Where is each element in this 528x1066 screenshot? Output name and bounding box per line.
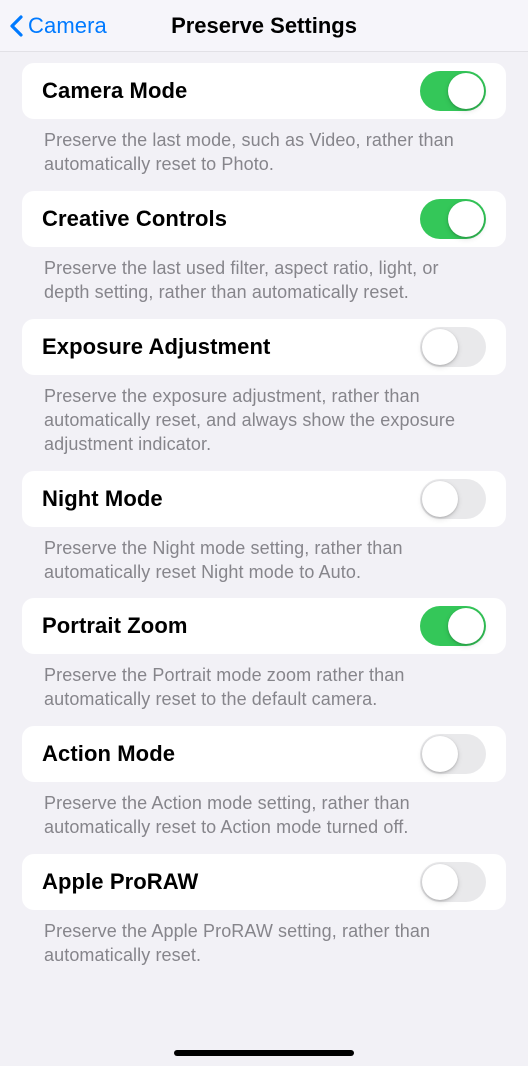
toggle-creative-controls[interactable] (420, 199, 486, 239)
home-indicator[interactable] (174, 1050, 354, 1056)
chevron-left-icon (8, 13, 24, 39)
toggle-exposure-adjustment[interactable] (420, 327, 486, 367)
setting-section-exposure-adjustment: Exposure Adjustment Preserve the exposure… (22, 319, 506, 457)
toggle-knob (422, 864, 458, 900)
setting-description: Preserve the Night mode setting, rather … (22, 527, 506, 585)
page-title: Preserve Settings (171, 13, 357, 39)
setting-row-portrait-zoom[interactable]: Portrait Zoom (22, 598, 506, 654)
setting-description: Preserve the Portrait mode zoom rather t… (22, 654, 506, 712)
setting-row-creative-controls[interactable]: Creative Controls (22, 191, 506, 247)
setting-label: Night Mode (42, 486, 163, 512)
setting-section-creative-controls: Creative Controls Preserve the last used … (22, 191, 506, 305)
toggle-knob (448, 201, 484, 237)
setting-row-night-mode[interactable]: Night Mode (22, 471, 506, 527)
navigation-bar: Camera Preserve Settings (0, 0, 528, 52)
toggle-knob (422, 481, 458, 517)
setting-row-camera-mode[interactable]: Camera Mode (22, 63, 506, 119)
toggle-portrait-zoom[interactable] (420, 606, 486, 646)
settings-content: Camera Mode Preserve the last mode, such … (0, 63, 528, 968)
back-button[interactable]: Camera (8, 0, 107, 52)
setting-description: Preserve the last mode, such as Video, r… (22, 119, 506, 177)
toggle-knob (448, 608, 484, 644)
toggle-camera-mode[interactable] (420, 71, 486, 111)
setting-row-exposure-adjustment[interactable]: Exposure Adjustment (22, 319, 506, 375)
setting-description: Preserve the last used filter, aspect ra… (22, 247, 506, 305)
setting-section-portrait-zoom: Portrait Zoom Preserve the Portrait mode … (22, 598, 506, 712)
toggle-action-mode[interactable] (420, 734, 486, 774)
toggle-apple-proraw[interactable] (420, 862, 486, 902)
setting-row-apple-proraw[interactable]: Apple ProRAW (22, 854, 506, 910)
setting-label: Action Mode (42, 741, 175, 767)
setting-section-action-mode: Action Mode Preserve the Action mode sett… (22, 726, 506, 840)
toggle-night-mode[interactable] (420, 479, 486, 519)
setting-description: Preserve the Apple ProRAW setting, rathe… (22, 910, 506, 968)
setting-description: Preserve the Action mode setting, rather… (22, 782, 506, 840)
setting-label: Apple ProRAW (42, 869, 198, 895)
setting-label: Portrait Zoom (42, 613, 188, 639)
toggle-knob (448, 73, 484, 109)
setting-label: Exposure Adjustment (42, 334, 270, 360)
toggle-knob (422, 736, 458, 772)
setting-row-action-mode[interactable]: Action Mode (22, 726, 506, 782)
toggle-knob (422, 329, 458, 365)
setting-label: Camera Mode (42, 78, 187, 104)
setting-label: Creative Controls (42, 206, 227, 232)
setting-description: Preserve the exposure adjustment, rather… (22, 375, 506, 457)
setting-section-camera-mode: Camera Mode Preserve the last mode, such … (22, 63, 506, 177)
setting-section-night-mode: Night Mode Preserve the Night mode settin… (22, 471, 506, 585)
setting-section-apple-proraw: Apple ProRAW Preserve the Apple ProRAW se… (22, 854, 506, 968)
back-label: Camera (28, 13, 107, 39)
